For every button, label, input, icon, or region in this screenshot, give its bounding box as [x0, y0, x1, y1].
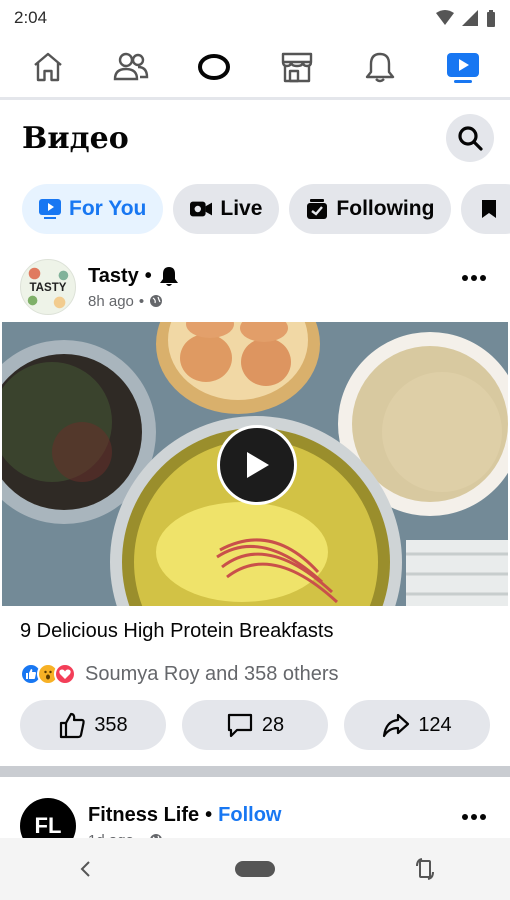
share-icon	[383, 713, 410, 738]
comment-count: 28	[261, 713, 285, 736]
wifi-icon	[436, 10, 454, 25]
post-separator	[0, 766, 510, 777]
back-button[interactable]	[65, 849, 105, 889]
reactions-row[interactable]: Soumya Roy and 358 others	[0, 654, 510, 694]
tasty-logo: TASTY	[27, 267, 69, 309]
thumbs-up-icon	[60, 712, 86, 739]
share-button[interactable]: 124	[344, 700, 490, 750]
status-icons	[436, 9, 496, 27]
like-count: 358	[94, 713, 128, 736]
rotate-button[interactable]	[405, 849, 445, 889]
avatar-initials: FL	[34, 813, 62, 838]
reactions-text: Soumya Roy and 358 others	[85, 662, 339, 685]
post-time: 8h ago	[88, 292, 134, 310]
tab-video[interactable]	[433, 37, 493, 97]
top-nav	[0, 36, 510, 100]
rotate-icon	[416, 858, 434, 880]
chip-live[interactable]: Live	[173, 184, 280, 234]
tab-notifications[interactable]	[350, 37, 410, 97]
more-options-button[interactable]	[454, 258, 494, 298]
post-author[interactable]: Tasty	[88, 265, 139, 288]
page-title: Видео	[22, 120, 129, 156]
chip-following[interactable]: Following	[289, 184, 452, 234]
video-icon	[446, 52, 479, 83]
video-player[interactable]	[2, 322, 508, 606]
video-play-icon	[39, 198, 61, 220]
globe-icon	[150, 295, 163, 307]
svg-text:TASTY: TASTY	[29, 282, 66, 294]
comment-button[interactable]: 28	[182, 700, 328, 750]
share-count: 124	[418, 713, 452, 736]
bookmark-icon	[478, 198, 500, 220]
separator-dot: •	[144, 264, 152, 287]
friends-icon	[113, 52, 148, 80]
home-icon	[33, 52, 62, 81]
chip-following-label: Following	[336, 197, 435, 220]
tab-messenger[interactable]	[184, 37, 244, 97]
marketplace-icon	[281, 52, 312, 82]
post-author[interactable]: Fitness Life	[88, 804, 199, 827]
chip-for-you[interactable]: For You	[22, 184, 164, 234]
system-nav-bar	[0, 838, 510, 900]
bell-icon[interactable]	[158, 265, 180, 287]
battery-icon	[487, 9, 495, 27]
follow-button[interactable]: Follow	[218, 804, 281, 827]
video-filter-chips: For You Live Following	[0, 176, 510, 242]
reaction-icons	[20, 663, 76, 685]
avatar[interactable]: TASTY	[20, 259, 76, 315]
back-icon	[80, 861, 90, 877]
more-icon	[462, 275, 486, 281]
status-time: 2:04	[14, 8, 48, 27]
play-button[interactable]	[217, 425, 297, 505]
tab-friends[interactable]	[101, 37, 161, 97]
tab-marketplace[interactable]	[267, 37, 327, 97]
post-header: TASTY Tasty • 8h ago •	[0, 252, 510, 322]
play-icon	[247, 452, 269, 478]
signal-icon	[462, 10, 478, 26]
search-button[interactable]	[446, 114, 494, 162]
love-reaction-icon	[54, 663, 76, 685]
post-actions: 358 28 124	[0, 694, 510, 758]
post-author-row: Fitness Life • Follow	[88, 804, 454, 827]
following-icon	[306, 198, 328, 220]
post-title: 9 Delicious High Protein Breakfasts	[20, 620, 334, 642]
post-sub: 8h ago •	[88, 293, 454, 310]
separator-dot: •	[138, 292, 145, 310]
chip-saved[interactable]	[461, 184, 510, 234]
home-pill-button[interactable]	[235, 861, 275, 877]
post-meta: Tasty • 8h ago •	[88, 265, 454, 310]
search-icon	[458, 126, 483, 151]
tab-home[interactable]	[18, 37, 78, 97]
messenger-icon	[197, 53, 230, 80]
notifications-icon	[365, 52, 394, 82]
like-button[interactable]: 358	[20, 700, 166, 750]
chip-for-you-label: For You	[69, 197, 147, 220]
status-bar: 2:04	[0, 0, 510, 36]
post-author-row: Tasty •	[88, 265, 454, 288]
more-icon	[462, 814, 486, 820]
live-camera-icon	[190, 198, 213, 220]
more-options-button[interactable]	[454, 797, 494, 837]
video-header: Видео	[0, 100, 510, 176]
chip-live-label: Live	[220, 197, 263, 220]
comment-icon	[227, 713, 252, 738]
separator-dot: •	[205, 803, 213, 826]
